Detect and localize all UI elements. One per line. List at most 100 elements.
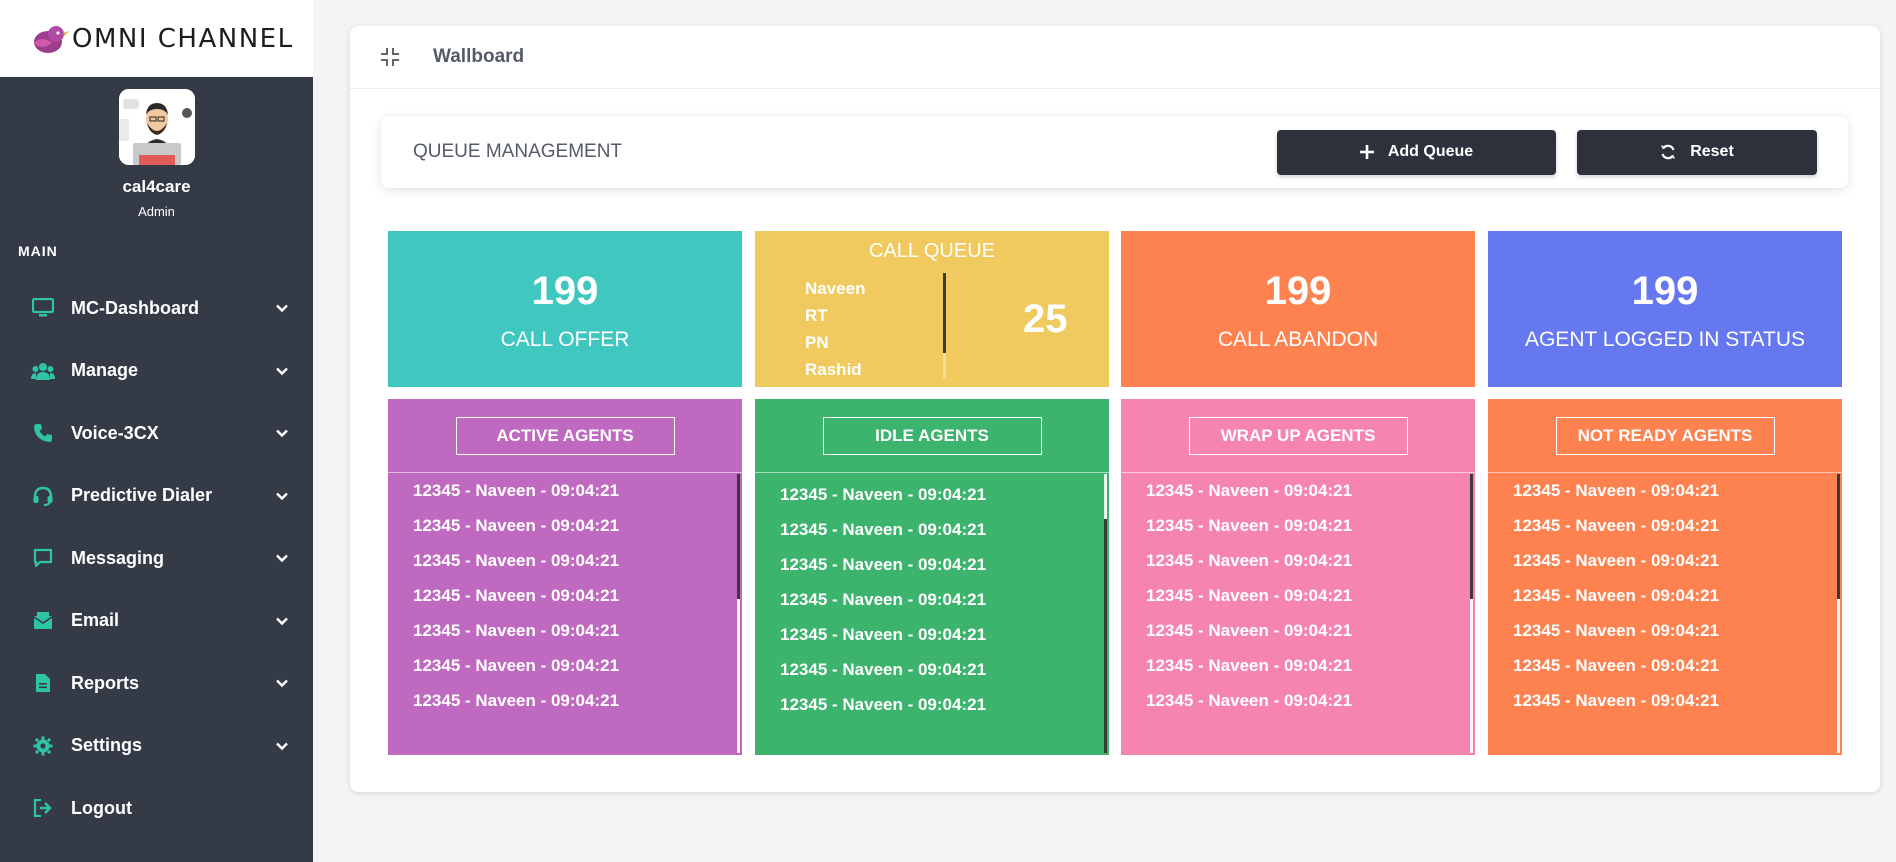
sidebar-item-label: Predictive Dialer: [71, 485, 213, 506]
list-item: 12345 - Naveen - 09:04:21: [413, 481, 620, 500]
not-ready-agents-list: 12345 - Naveen - 09:04:21 12345 - Naveen…: [1513, 473, 1719, 718]
sidebar-item-reports[interactable]: Reports: [0, 652, 313, 715]
call-queue-name: RT: [805, 306, 828, 325]
sidebar-item-predictive-dialer[interactable]: Predictive Dialer: [0, 465, 313, 528]
list-item: 12345 - Naveen - 09:04:21: [1146, 516, 1353, 535]
list-item: 12345 - Naveen - 09:04:21: [1513, 586, 1720, 605]
panel-header: WRAP UP AGENTS: [1121, 399, 1475, 473]
wrap-up-agents-list: 12345 - Naveen - 09:04:21 12345 - Naveen…: [1146, 473, 1352, 718]
chevron-down-icon: [276, 679, 288, 688]
document-icon: [31, 671, 55, 695]
idle-agents-title: IDLE AGENTS: [822, 416, 1042, 455]
sidebar-item-logout[interactable]: Logout: [0, 777, 313, 840]
user-role: Admin: [138, 204, 175, 219]
sidebar-item-label: Settings: [71, 735, 143, 756]
section-label-main: MAIN: [18, 243, 58, 259]
sidebar-item-settings[interactable]: Settings: [0, 715, 313, 778]
sidebar-item-label: Manage: [71, 360, 139, 381]
not-ready-agents-title: NOT READY AGENTS: [1555, 416, 1775, 455]
scrollbar-track[interactable]: [1470, 599, 1473, 753]
call-queue-scrollbar[interactable]: [943, 273, 946, 353]
scrollbar-thumb[interactable]: [1837, 474, 1840, 599]
bird-logo-icon: [34, 25, 69, 53]
scrollbar-thumb[interactable]: [1470, 474, 1473, 599]
scrollbar-thumb[interactable]: [1104, 519, 1107, 753]
agent-logged-in-label: AGENT LOGGED IN STATUS: [1524, 328, 1806, 351]
list-item: 12345 - Naveen - 09:04:21: [1146, 586, 1353, 605]
call-offer-count: 199: [531, 269, 599, 313]
queue-management-bar: QUEUE MANAGEMENT Add Queue Reset: [381, 116, 1848, 188]
sidebar-item-label: Reports: [71, 672, 140, 693]
add-queue-label: Add Queue: [1387, 143, 1474, 160]
chevron-down-icon: [276, 554, 288, 563]
wrap-up-agents-title: WRAP UP AGENTS: [1188, 416, 1408, 455]
list-item: 12345 - Naveen - 09:04:21: [413, 656, 620, 675]
list-item: 12345 - Naveen - 09:04:21: [780, 695, 987, 714]
call-abandon-tile: 199 CALL ABANDON: [1121, 231, 1475, 387]
call-abandon-label: CALL ABANDON: [1217, 328, 1379, 351]
list-item: 12345 - Naveen - 09:04:21: [780, 485, 987, 504]
page-topbar: Wallboard: [350, 26, 1880, 89]
sidebar-item-mc-dashboard[interactable]: MC-Dashboard: [0, 277, 313, 340]
not-ready-agents-panel: NOT READY AGENTS 12345 - Naveen - 09:04:…: [1488, 399, 1842, 755]
call-abandon-count: 199: [1264, 269, 1332, 313]
users-icon: [31, 359, 55, 383]
chevron-down-icon: [276, 492, 288, 500]
sidebar-item-label: Email: [71, 610, 120, 631]
sidebar-item-label: Voice-3CX: [71, 422, 159, 443]
brand-name: OMNI CHANNEL: [72, 23, 294, 54]
list-item: 12345 - Naveen - 09:04:21: [1513, 621, 1720, 640]
agent-logged-in-tile: 199 AGENT LOGGED IN STATUS: [1488, 231, 1842, 387]
page-title: Wallboard: [433, 46, 525, 67]
list-item: 12345 - Naveen - 09:04:21: [780, 625, 987, 644]
sidebar-item-voice-3cx[interactable]: Voice-3CX: [0, 402, 313, 465]
call-queue-name: PN: [805, 333, 829, 352]
list-item: 12345 - Naveen - 09:04:21: [1513, 516, 1720, 535]
list-item: 12345 - Naveen - 09:04:21: [1146, 481, 1353, 500]
sidebar-item-messaging[interactable]: Messaging: [0, 527, 313, 590]
sidebar-item-label: MC-Dashboard: [71, 297, 200, 318]
reset-button[interactable]: Reset: [1577, 129, 1817, 175]
chevron-down-icon: [276, 367, 288, 375]
headset-icon: [31, 484, 55, 508]
logout-icon: [31, 796, 55, 820]
list-item: 12345 - Naveen - 09:04:21: [1513, 656, 1720, 675]
call-queue-tile: CALL QUEUE Naveen RT PN Rashid 25: [755, 231, 1109, 387]
scrollbar-track[interactable]: [1837, 599, 1840, 753]
list-item: 12345 - Naveen - 09:04:21: [413, 691, 620, 710]
sidebar-item-email[interactable]: Email: [0, 590, 313, 653]
reset-label: Reset: [1690, 143, 1734, 160]
scrollbar-thumb[interactable]: [737, 474, 740, 599]
user-name: cal4care: [122, 177, 191, 196]
compress-icon[interactable]: [380, 47, 400, 67]
list-item: 12345 - Naveen - 09:04:21: [1146, 691, 1353, 710]
brand-header[interactable]: OMNI CHANNEL: [0, 0, 313, 77]
email-icon: [31, 609, 55, 633]
call-queue-label: CALL QUEUE: [869, 240, 995, 262]
wrap-up-agents-panel: WRAP UP AGENTS 12345 - Naveen - 09:04:21…: [1121, 399, 1475, 755]
user-profile: cal4care Admin: [0, 77, 313, 219]
list-item: 12345 - Naveen - 09:04:21: [413, 551, 620, 570]
list-item: 12345 - Naveen - 09:04:21: [1146, 551, 1353, 570]
list-item: 12345 - Naveen - 09:04:21: [413, 516, 620, 535]
call-queue-name: Naveen: [805, 279, 866, 298]
sidebar-item-label: Messaging: [71, 547, 165, 568]
active-agents-title: ACTIVE AGENTS: [455, 416, 675, 455]
avatar[interactable]: [118, 89, 195, 165]
list-item: 12345 - Naveen - 09:04:21: [780, 520, 987, 539]
panel-header: ACTIVE AGENTS: [388, 399, 742, 473]
chevron-down-icon: [276, 304, 288, 313]
wallboard-card: Wallboard QUEUE MANAGEMENT Add Queue Res…: [350, 26, 1880, 792]
sidebar-item-manage[interactable]: Manage: [0, 340, 313, 403]
call-queue-name: Rashid: [805, 360, 862, 379]
queue-management-title: QUEUE MANAGEMENT: [413, 141, 623, 162]
idle-agents-list: 12345 - Naveen - 09:04:21 12345 - Naveen…: [780, 477, 986, 722]
active-agents-panel: ACTIVE AGENTS 12345 - Naveen - 09:04:21 …: [388, 399, 742, 755]
add-queue-button[interactable]: Add Queue: [1277, 129, 1556, 175]
call-queue-scroll-track: [943, 353, 946, 379]
scrollbar-track[interactable]: [1104, 474, 1107, 519]
idle-agents-panel: IDLE AGENTS 12345 - Naveen - 09:04:21 12…: [755, 399, 1109, 755]
call-queue-count: 25: [1023, 297, 1068, 341]
list-item: 12345 - Naveen - 09:04:21: [780, 555, 987, 574]
scrollbar-track[interactable]: [737, 599, 740, 753]
